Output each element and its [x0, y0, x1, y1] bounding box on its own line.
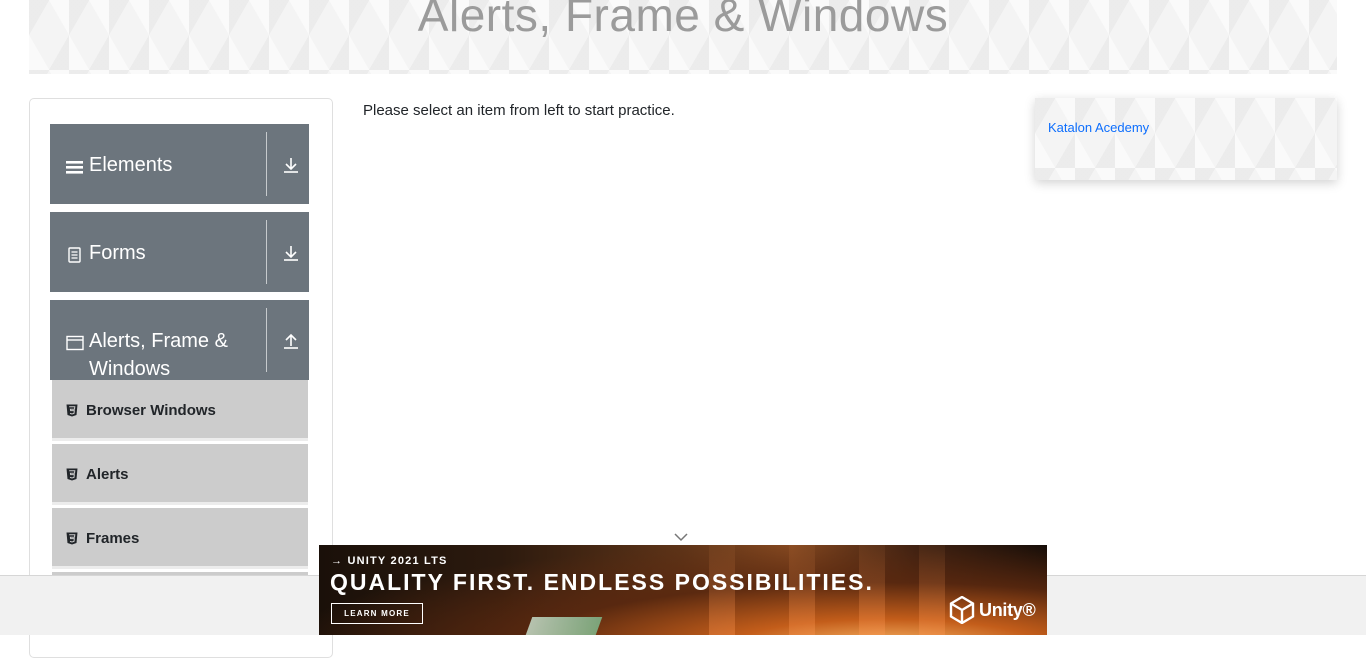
unity-brand: Unity®: [949, 595, 1036, 625]
instruction-text: Please select an item from left to start…: [363, 102, 675, 119]
unity-cube-icon: [949, 596, 975, 624]
katalon-academy-link[interactable]: Katalon Acedemy: [1048, 120, 1149, 135]
ad-tag: → UNITY 2021 LTS: [331, 555, 448, 567]
hamburger-icon: [66, 161, 83, 174]
html5-icon: [66, 468, 78, 481]
page-banner: Alerts, Frame & Windows: [29, 0, 1337, 74]
group-label: Elements: [89, 154, 173, 176]
menu-item-alerts[interactable]: Alerts: [52, 444, 308, 505]
divider: [266, 132, 267, 196]
ad-decoration: [525, 617, 603, 635]
menu-item-label: Browser Windows: [86, 402, 216, 419]
divider: [266, 220, 267, 284]
page-title: Alerts, Frame & Windows: [417, 0, 949, 41]
chevron-down-icon[interactable]: [674, 532, 688, 542]
html5-icon: [66, 532, 78, 545]
menu-item-browser-windows[interactable]: Browser Windows: [52, 380, 308, 441]
group-header-alerts-frame-windows[interactable]: Alerts, Frame & Windows: [50, 300, 309, 380]
ad-card: Katalon Acedemy: [1035, 98, 1337, 180]
ad-decoration: [919, 545, 945, 635]
brand-name: Unity®: [979, 599, 1036, 620]
document-icon: [68, 247, 81, 263]
menu-item-frames[interactable]: Frames: [52, 508, 308, 569]
download-arrow-icon[interactable]: [282, 156, 300, 174]
ad-headline: QUALITY FIRST. ENDLESS POSSIBILITIES.: [330, 569, 874, 595]
menu-item-label: Alerts: [86, 466, 129, 483]
menu-item-label: Frames: [86, 530, 140, 547]
html5-icon: [66, 404, 78, 417]
group-header-elements[interactable]: Elements: [50, 124, 309, 204]
group-header-forms[interactable]: Forms: [50, 212, 309, 292]
upload-arrow-icon[interactable]: [282, 332, 300, 350]
learn-more-button[interactable]: LEARN MORE: [331, 603, 423, 624]
left-panel: Elements Forms Alerts, Frame & Windows B…: [29, 98, 333, 658]
group-label: Alerts, Frame & Windows: [89, 330, 228, 380]
unity-ad-banner[interactable]: → UNITY 2021 LTS QUALITY FIRST. ENDLESS …: [319, 545, 1047, 635]
window-icon: [66, 335, 84, 351]
download-arrow-icon[interactable]: [282, 244, 300, 262]
divider: [266, 308, 267, 372]
group-label: Forms: [89, 242, 146, 264]
